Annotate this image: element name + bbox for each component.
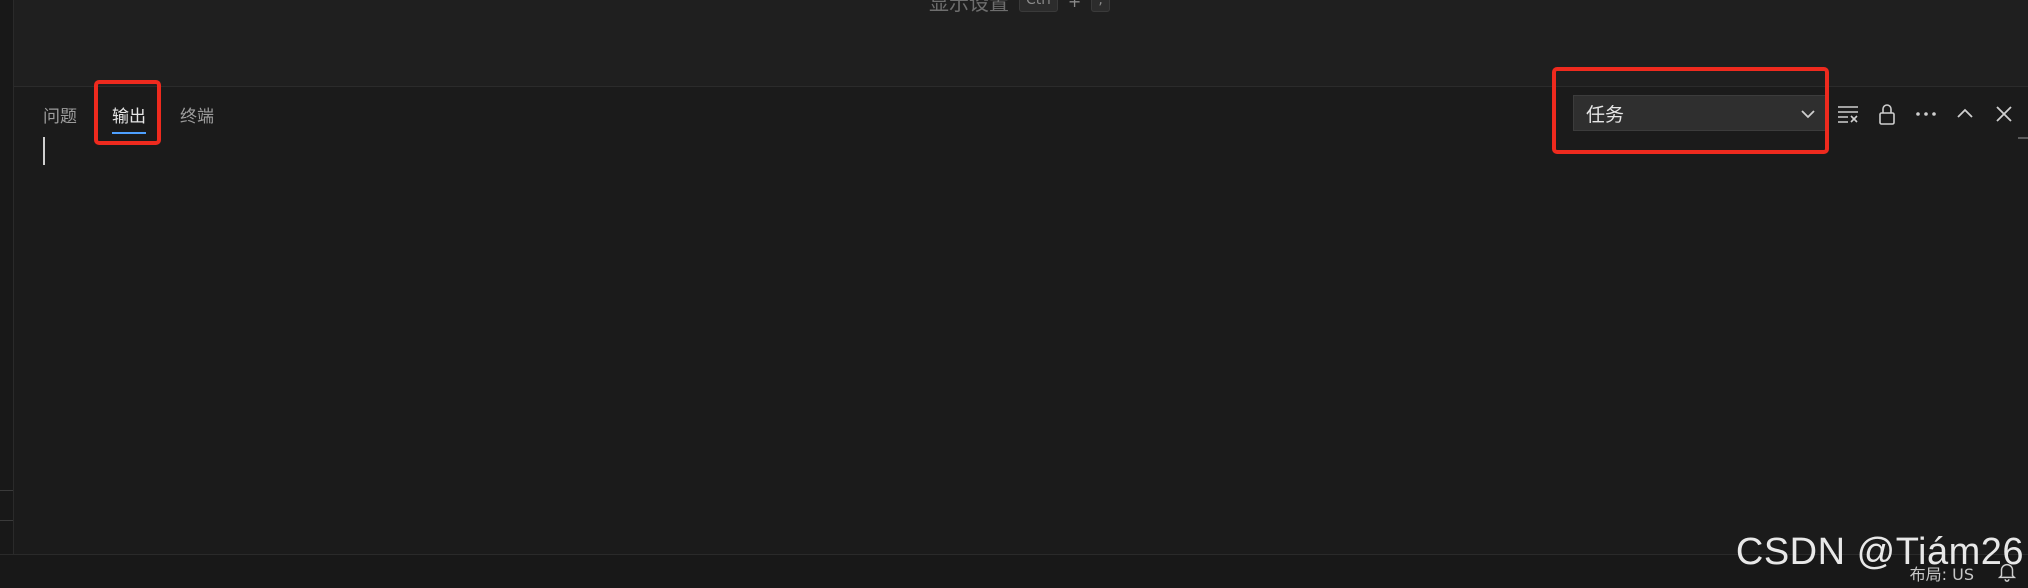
output-channel-value: 任务 (1586, 103, 1625, 126)
bottom-panel: 问题 输出 终端 任务 (14, 67, 2028, 555)
close-panel-icon[interactable] (1990, 100, 2018, 128)
strip-divider (0, 490, 13, 491)
maximize-panel-icon[interactable] (1951, 100, 1979, 128)
vscode-window: 显示设置 Ctrl + , 问题 输出 终端 任务 布局: US CSDN @T… (0, 0, 2028, 588)
editor-area: 显示设置 Ctrl + , (14, 0, 2028, 87)
status-bar: 布局: US (0, 554, 2028, 588)
more-actions-icon[interactable] (1912, 100, 1940, 128)
tab-output[interactable]: 输出 (112, 101, 146, 134)
keyboard-hint: 显示设置 Ctrl + , (929, 0, 1110, 15)
hint-key-plus: + (1067, 0, 1082, 11)
hint-key-comma: , (1091, 0, 1110, 12)
tab-terminal[interactable]: 终端 (180, 101, 214, 133)
clear-output-icon[interactable] (1834, 100, 1862, 128)
text-cursor (43, 137, 45, 165)
output-channel-select[interactable]: 任务 (1573, 95, 1829, 131)
chevron-down-icon (1801, 110, 1815, 119)
watermark: CSDN @Tiám26 (1735, 531, 2024, 573)
hint-text: 显示设置 (929, 0, 1009, 15)
strip-divider (0, 520, 13, 521)
activity-bar-edge (0, 0, 14, 588)
tab-problems[interactable]: 问题 (43, 101, 77, 133)
hint-key-ctrl: Ctrl (1019, 0, 1058, 12)
scrollbar-marker (2018, 137, 2028, 139)
lock-scroll-icon[interactable] (1873, 100, 1901, 128)
